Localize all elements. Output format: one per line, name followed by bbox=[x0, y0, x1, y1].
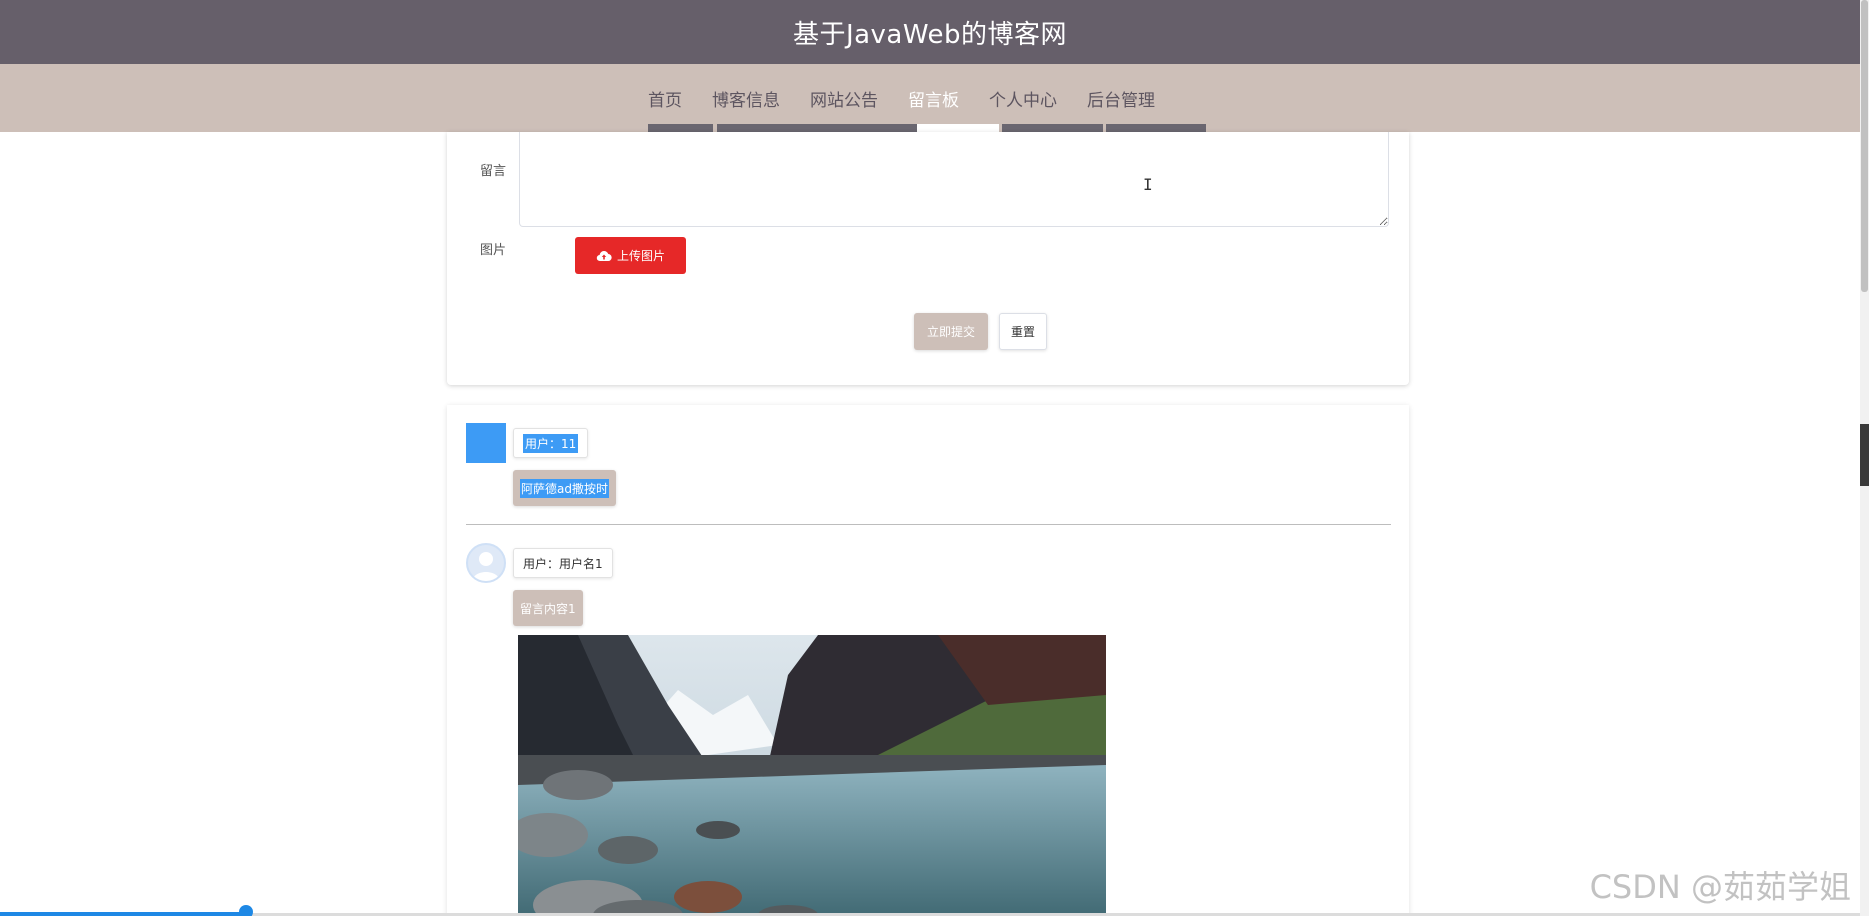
nav-item-admin[interactable]: 后台管理 bbox=[1087, 86, 1155, 111]
tab-indicator bbox=[717, 124, 917, 132]
nav-item-personal-center[interactable]: 个人中心 bbox=[989, 86, 1057, 111]
page: 基于JavaWeb的博客网 首页 博客信息 网站公告 留言板 个人中心 后台管理… bbox=[0, 0, 1869, 916]
watermark: CSDN @茹茹学姐 bbox=[1589, 868, 1851, 906]
message-list: 用户：11 阿萨德ad撒按时 用户： 用户名1 留言内容1 bbox=[447, 405, 1409, 916]
tab-indicator-active bbox=[917, 124, 999, 132]
upload-image-button[interactable]: 上传图片 bbox=[575, 237, 686, 274]
scrollbar-thumb[interactable] bbox=[1861, 0, 1868, 292]
user-tag-text: 用户：11 bbox=[523, 433, 579, 453]
list-item: 用户：11 阿萨德ad撒按时 bbox=[466, 423, 1391, 513]
user-name: 用户名1 bbox=[559, 556, 603, 571]
tab-indicator bbox=[648, 124, 713, 132]
avatar bbox=[466, 423, 506, 463]
nav-item-home[interactable]: 首页 bbox=[648, 86, 682, 111]
user-tag: 用户： 用户名1 bbox=[513, 548, 613, 578]
message-image[interactable] bbox=[518, 635, 1106, 916]
nav-item-message-board[interactable]: 留言板 bbox=[908, 86, 959, 111]
message-content: 留言内容1 bbox=[513, 590, 583, 626]
nav-bar: 首页 博客信息 网站公告 留言板 个人中心 后台管理 bbox=[0, 64, 1860, 132]
message-textarea[interactable] bbox=[519, 132, 1389, 227]
site-title: 基于JavaWeb的博客网 bbox=[792, 19, 1068, 50]
site-header: 基于JavaWeb的博客网 bbox=[0, 0, 1860, 64]
nav-tab-indicators bbox=[0, 124, 1860, 132]
user-silhouette-icon bbox=[472, 552, 500, 581]
user-name: 11 bbox=[561, 436, 577, 451]
upload-image-label: 上传图片 bbox=[616, 249, 665, 263]
nav-item-blog-info[interactable]: 博客信息 bbox=[712, 86, 780, 111]
user-prefix: 用户： bbox=[525, 436, 562, 451]
user-tag: 用户：11 bbox=[513, 428, 589, 458]
scrollbar-marker bbox=[1860, 424, 1869, 486]
user-prefix: 用户： bbox=[523, 556, 560, 571]
cloud-upload-icon bbox=[596, 250, 612, 261]
tab-indicator bbox=[1106, 124, 1206, 132]
reset-button[interactable]: 重置 bbox=[999, 313, 1047, 350]
user-avatar-icon bbox=[466, 543, 506, 583]
message-content: 阿萨德ad撒按时 bbox=[513, 470, 616, 506]
nav-menu: 首页 博客信息 网站公告 留言板 个人中心 后台管理 bbox=[648, 64, 1185, 132]
submit-button[interactable]: 立即提交 bbox=[914, 313, 988, 350]
nav-item-notice[interactable]: 网站公告 bbox=[810, 86, 878, 111]
tab-indicator bbox=[1002, 124, 1103, 132]
landscape-image bbox=[518, 635, 1106, 916]
message-form: 留言 图片 上传图片 立即提交 重置 I bbox=[447, 132, 1409, 385]
text-cursor-icon: I bbox=[1143, 175, 1153, 194]
video-progress-knob[interactable] bbox=[239, 905, 253, 916]
video-progress-fill bbox=[0, 912, 247, 916]
message-content-text: 阿萨德ad撒按时 bbox=[520, 478, 609, 498]
divider bbox=[466, 524, 1391, 525]
message-label: 留言 bbox=[480, 164, 507, 179]
scrollbar[interactable] bbox=[1860, 0, 1869, 916]
image-label: 图片 bbox=[480, 243, 507, 258]
